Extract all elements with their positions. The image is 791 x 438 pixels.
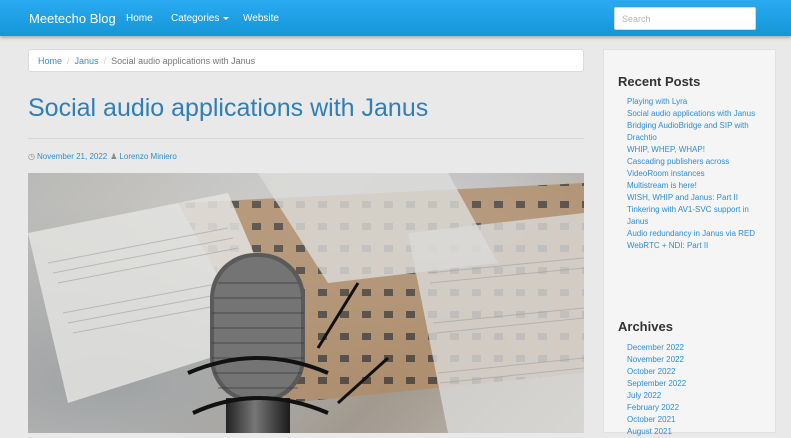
breadcrumb-separator: / [103, 56, 107, 66]
recent-posts-heading: Recent Posts [618, 74, 701, 89]
archive-link[interactable]: September 2022 [627, 379, 686, 388]
brand-link[interactable]: Meetecho Blog [29, 11, 116, 26]
archive-link[interactable]: October 2021 [627, 415, 675, 424]
recent-post-link[interactable]: Bridging AudioBridge and SIP with Dracht… [627, 121, 749, 142]
archive-link[interactable]: February 2022 [627, 403, 679, 412]
archives-heading: Archives [618, 319, 673, 334]
archive-link[interactable]: November 2022 [627, 355, 684, 364]
recent-post-link[interactable]: Audio redundancy in Janus via RED [627, 229, 755, 238]
archive-link[interactable]: July 2022 [627, 391, 661, 400]
recent-posts-list: Playing with Lyra Social audio applicati… [627, 96, 767, 252]
nav-home-link[interactable]: Home [126, 13, 153, 24]
breadcrumb-janus-link[interactable]: Janus [75, 56, 99, 66]
nav-website-link[interactable]: Website [243, 13, 279, 24]
recent-post-link[interactable]: Cascading publishers across VideoRoom in… [627, 157, 729, 178]
breadcrumb-current: Social audio applications with Janus [111, 56, 256, 66]
post-meta: ◷ November 21, 2022 ♟ Lorenzo Miniero [28, 152, 177, 161]
archive-link[interactable]: October 2022 [627, 367, 675, 376]
caret-down-icon [223, 16, 230, 20]
nav-categories-dropdown[interactable]: Categories [171, 13, 230, 24]
recent-post-link[interactable]: Social audio applications with Janus [627, 109, 755, 118]
search-input[interactable] [614, 7, 756, 30]
top-navbar: Meetecho Blog Home Categories Website [0, 0, 791, 36]
microphone-photo [28, 173, 584, 433]
breadcrumb-separator: / [67, 56, 70, 66]
recent-post-link[interactable]: WebRTC + NDI: Part II [627, 241, 708, 250]
recent-post-link[interactable]: WISH, WHIP and Janus: Part II [627, 193, 738, 202]
user-icon: ♟ [110, 152, 118, 161]
sidebar: Recent Posts Playing with Lyra Social au… [603, 49, 776, 436]
recent-post-link[interactable]: Playing with Lyra [627, 97, 687, 106]
recent-post-link[interactable]: Multistream is here! [627, 181, 697, 190]
recent-post-link[interactable]: Tinkering with AV1-SVC support in Janus [627, 205, 749, 226]
post-author-link[interactable]: Lorenzo Miniero [119, 152, 176, 161]
recent-post-link[interactable]: WHIP, WHEP, WHAP! [627, 145, 705, 154]
title-divider [28, 138, 584, 139]
breadcrumb: Home / Janus / Social audio applications wit… [28, 49, 584, 72]
breadcrumb-home-link[interactable]: Home [38, 56, 62, 66]
archives-list: December 2022 November 2022 October 2022… [627, 342, 767, 438]
archive-link[interactable]: August 2021 [627, 427, 672, 436]
archive-link[interactable]: December 2022 [627, 343, 684, 352]
post-hero-image [28, 173, 584, 433]
post-title[interactable]: Social audio applications with Janus [28, 94, 428, 123]
nav-categories-label: Categories [171, 13, 220, 24]
post-date-link[interactable]: November 21, 2022 [37, 152, 107, 161]
clock-icon: ◷ [28, 152, 35, 161]
